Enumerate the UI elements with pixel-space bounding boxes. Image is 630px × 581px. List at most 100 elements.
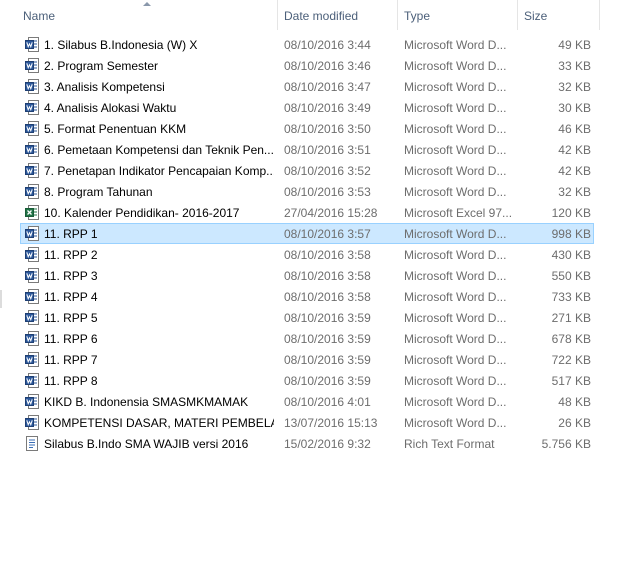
- file-type: Microsoft Word D...: [404, 290, 507, 304]
- file-size: 271 KB: [551, 311, 591, 325]
- file-row[interactable]: 11. RPP 2 08/10/2016 3:58 Microsoft Word D…: [20, 244, 594, 265]
- column-header-name-label: Name: [23, 9, 56, 23]
- file-date-modified: 27/04/2016 15:28: [284, 206, 378, 220]
- file-type: Microsoft Word D...: [404, 185, 507, 199]
- file-type: Microsoft Excel 97...: [404, 206, 512, 220]
- file-size: 30 KB: [558, 101, 591, 115]
- file-type: Microsoft Word D...: [404, 311, 507, 325]
- file-row[interactable]: KOMPETENSI DASAR, MATERI PEMBELAJ... 13/0…: [20, 412, 594, 433]
- file-row[interactable]: 2. Program Semester 08/10/2016 3:46 Micros…: [20, 55, 594, 76]
- file-type: Microsoft Word D...: [404, 143, 507, 157]
- file-row[interactable]: 11. RPP 1 08/10/2016 3:57 Microsoft Word D…: [20, 223, 594, 244]
- file-type: Microsoft Word D...: [404, 332, 507, 346]
- file-row[interactable]: 5. Format Penentuan KKM 08/10/2016 3:50 Mi…: [20, 118, 594, 139]
- file-row[interactable]: 11. RPP 5 08/10/2016 3:59 Microsoft Word D…: [20, 307, 594, 328]
- file-size: 48 KB: [558, 395, 591, 409]
- file-row[interactable]: KIKD B. Indonensia SMASMKMAMAK 08/10/2016…: [20, 391, 594, 412]
- column-header-type-label: Type: [404, 9, 431, 23]
- file-row[interactable]: 10. Kalender Pendidikan- 2016-2017 27/04/…: [20, 202, 594, 223]
- word-document-icon: [25, 121, 39, 136]
- file-row[interactable]: 7. Penetapan Indikator Pencapaian Komp..…: [20, 160, 594, 181]
- word-document-icon: [25, 352, 39, 367]
- column-header-date-modified[interactable]: Date modified: [278, 0, 398, 30]
- file-type: Microsoft Word D...: [404, 122, 507, 136]
- pane-splitter[interactable]: [0, 290, 2, 308]
- file-row[interactable]: 6. Pemetaan Kompetensi dan Teknik Pen...…: [20, 139, 594, 160]
- file-date-modified: 08/10/2016 3:52: [284, 164, 371, 178]
- file-row[interactable]: 11. RPP 6 08/10/2016 3:59 Microsoft Word D…: [20, 328, 594, 349]
- word-document-icon: [25, 37, 39, 52]
- file-row[interactable]: 11. RPP 7 08/10/2016 3:59 Microsoft Word D…: [20, 349, 594, 370]
- column-header-type[interactable]: Type: [398, 0, 518, 30]
- file-row[interactable]: 11. RPP 4 08/10/2016 3:58 Microsoft Word D…: [20, 286, 594, 307]
- file-name: 10. Kalender Pendidikan- 2016-2017: [44, 206, 240, 220]
- file-name: 2. Program Semester: [44, 59, 159, 73]
- file-type: Microsoft Word D...: [404, 59, 507, 73]
- word-document-icon: [25, 310, 39, 325]
- file-type: Microsoft Word D...: [404, 227, 507, 241]
- word-document-icon: [25, 331, 39, 346]
- file-size: 42 KB: [558, 164, 591, 178]
- file-size: 32 KB: [558, 185, 591, 199]
- file-date-modified: 08/10/2016 3:49: [284, 101, 371, 115]
- file-name: 11. RPP 6: [44, 332, 98, 346]
- file-name: Silabus B.Indo SMA WAJIB versi 2016: [44, 437, 249, 451]
- file-date-modified: 08/10/2016 3:59: [284, 332, 371, 346]
- file-date-modified: 08/10/2016 3:59: [284, 311, 371, 325]
- column-header-name[interactable]: Name: [0, 0, 278, 30]
- file-row[interactable]: 1. Silabus B.Indonesia (W) X 08/10/2016 3…: [20, 34, 594, 55]
- file-size: 26 KB: [558, 416, 591, 430]
- file-size: 517 KB: [551, 374, 591, 388]
- file-row[interactable]: 11. RPP 3 08/10/2016 3:58 Microsoft Word D…: [20, 265, 594, 286]
- file-size: 733 KB: [551, 290, 591, 304]
- file-name: 6. Pemetaan Kompetensi dan Teknik Pen...: [44, 143, 274, 157]
- file-date-modified: 08/10/2016 3:50: [284, 122, 371, 136]
- file-date-modified: 08/10/2016 3:47: [284, 80, 371, 94]
- rtf-document-icon: [25, 436, 39, 451]
- file-row[interactable]: 11. RPP 8 08/10/2016 3:59 Microsoft Word D…: [20, 370, 594, 391]
- file-row[interactable]: 4. Analisis Alokasi Waktu 08/10/2016 3:49…: [20, 97, 594, 118]
- word-document-icon: [25, 394, 39, 409]
- file-size: 33 KB: [558, 59, 591, 73]
- column-header-bar: Name Date modified Type Size: [0, 0, 600, 30]
- file-name: KOMPETENSI DASAR, MATERI PEMBELAJ...: [44, 416, 274, 430]
- file-name: 3. Analisis Kompetensi: [44, 80, 165, 94]
- file-size: 678 KB: [551, 332, 591, 346]
- file-size: 722 KB: [551, 353, 591, 367]
- file-name: 11. RPP 8: [44, 374, 98, 388]
- file-date-modified: 08/10/2016 3:58: [284, 290, 371, 304]
- file-name: KIKD B. Indonensia SMASMKMAMAK: [44, 395, 249, 409]
- file-date-modified: 08/10/2016 3:58: [284, 269, 371, 283]
- file-type: Microsoft Word D...: [404, 395, 507, 409]
- file-row[interactable]: 8. Program Tahunan 08/10/2016 3:53 Microso…: [20, 181, 594, 202]
- file-size: 120 KB: [551, 206, 591, 220]
- file-date-modified: 08/10/2016 3:44: [284, 38, 371, 52]
- file-date-modified: 08/10/2016 3:51: [284, 143, 371, 157]
- file-type: Microsoft Word D...: [404, 80, 507, 94]
- file-row[interactable]: Silabus B.Indo SMA WAJIB versi 2016 15/02…: [20, 433, 594, 454]
- file-name: 5. Format Penentuan KKM: [44, 122, 187, 136]
- file-name: 7. Penetapan Indikator Pencapaian Komp..…: [44, 164, 274, 178]
- file-size: 550 KB: [551, 269, 591, 283]
- word-document-icon: [25, 415, 39, 430]
- file-size: 42 KB: [558, 143, 591, 157]
- file-date-modified: 13/07/2016 15:13: [284, 416, 378, 430]
- file-row[interactable]: 3. Analisis Kompetensi 08/10/2016 3:47 Mic…: [20, 76, 594, 97]
- file-date-modified: 08/10/2016 3:58: [284, 248, 371, 262]
- word-document-icon: [25, 79, 39, 94]
- file-size: 430 KB: [551, 248, 591, 262]
- file-name: 11. RPP 5: [44, 311, 98, 325]
- file-type: Microsoft Word D...: [404, 38, 507, 52]
- sort-ascending-icon: [143, 2, 151, 6]
- word-document-icon: [25, 142, 39, 157]
- file-date-modified: 08/10/2016 4:01: [284, 395, 371, 409]
- file-type: Microsoft Word D...: [404, 164, 507, 178]
- file-date-modified: 08/10/2016 3:46: [284, 59, 371, 73]
- file-type: Microsoft Word D...: [404, 416, 507, 430]
- file-name: 4. Analisis Alokasi Waktu: [44, 101, 177, 115]
- word-document-icon: [25, 184, 39, 199]
- file-date-modified: 15/02/2016 9:32: [284, 437, 371, 451]
- column-header-size[interactable]: Size: [518, 0, 600, 30]
- word-document-icon: [25, 373, 39, 388]
- file-type: Microsoft Word D...: [404, 101, 507, 115]
